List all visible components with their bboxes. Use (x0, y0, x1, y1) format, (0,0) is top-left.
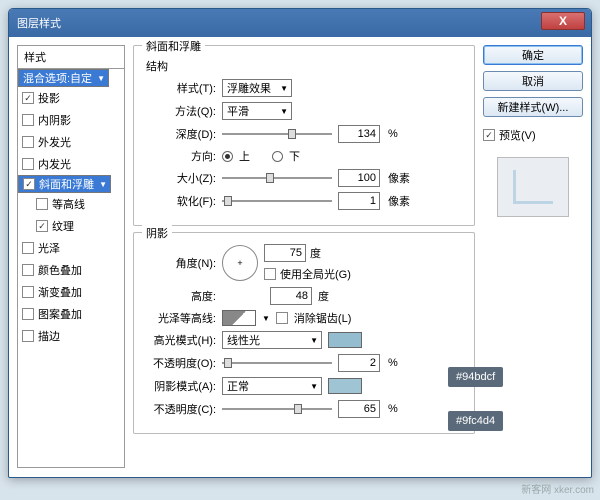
style-checkbox[interactable] (36, 220, 48, 232)
style-item[interactable]: 内发光 (18, 153, 124, 175)
style-item[interactable]: 描边 (18, 325, 124, 347)
style-checkbox[interactable] (22, 308, 34, 320)
direction-up-radio[interactable] (222, 151, 233, 162)
style-item[interactable]: 斜面和浮雕 (18, 175, 111, 193)
style-item[interactable]: 投影 (18, 87, 124, 109)
size-input[interactable]: 100 (338, 169, 380, 187)
shading-legend: 阴影 (142, 225, 172, 241)
style-checkbox[interactable] (22, 330, 34, 342)
depth-slider[interactable] (222, 127, 332, 141)
style-checkbox[interactable] (23, 178, 35, 190)
titlebar[interactable]: 图层样式 X (9, 9, 591, 37)
depth-label: 深度(D): (142, 126, 216, 142)
direction-down-radio[interactable] (272, 151, 283, 162)
highlight-mode-select[interactable]: 线性光 (222, 331, 322, 349)
shadow-color-tag: #9fc4d4 (448, 411, 503, 431)
shadow-mode-label: 阴影模式(A): (142, 378, 216, 394)
depth-input[interactable]: 134 (338, 125, 380, 143)
highlight-mode-label: 高光模式(H): (142, 332, 216, 348)
styles-list: 混合选项:自定 投影内阴影外发光内发光斜面和浮雕等高线纹理光泽颜色叠加渐变叠加图… (17, 68, 125, 468)
highlight-opacity-slider[interactable] (222, 356, 332, 370)
style-item[interactable]: 内阴影 (18, 109, 124, 131)
style-item[interactable]: 渐变叠加 (18, 281, 124, 303)
shadow-opacity-label: 不透明度(C): (142, 401, 216, 417)
highlight-color-tag: #94bdcf (448, 367, 503, 387)
style-checkbox[interactable] (22, 264, 34, 276)
style-checkbox[interactable] (22, 158, 34, 170)
style-checkbox[interactable] (22, 286, 34, 298)
technique-select[interactable]: 平滑 (222, 102, 292, 120)
style-item[interactable]: 外发光 (18, 131, 124, 153)
technique-label: 方法(Q): (142, 103, 216, 119)
highlight-opacity-input[interactable]: 2 (338, 354, 380, 372)
soften-input[interactable]: 1 (338, 192, 380, 210)
antialias-checkbox[interactable] (276, 312, 288, 324)
shadow-mode-select[interactable]: 正常 (222, 377, 322, 395)
shading-group: 阴影 角度(N): 75 度 使用全局光(G) (133, 232, 475, 434)
gloss-contour-picker[interactable] (222, 310, 256, 326)
style-item[interactable]: 纹理 (18, 215, 124, 237)
style-item[interactable]: 等高线 (18, 193, 124, 215)
global-light-checkbox[interactable] (264, 268, 276, 280)
style-checkbox[interactable] (22, 114, 34, 126)
close-button[interactable]: X (541, 12, 585, 30)
blend-options-row[interactable]: 混合选项:自定 (18, 69, 109, 87)
angle-dial[interactable] (222, 245, 258, 281)
preview-checkbox[interactable] (483, 129, 495, 141)
style-checkbox[interactable] (36, 198, 48, 210)
shadow-opacity-slider[interactable] (222, 402, 332, 416)
style-select[interactable]: 浮雕效果 (222, 79, 292, 97)
action-panel: 确定 取消 新建样式(W)... 预览(V) (483, 45, 583, 469)
style-checkbox[interactable] (22, 136, 34, 148)
altitude-input[interactable]: 48 (270, 287, 312, 305)
bevel-legend: 斜面和浮雕 (142, 38, 205, 54)
style-label: 样式(T): (142, 80, 216, 96)
style-checkbox[interactable] (22, 92, 34, 104)
style-item[interactable]: 光泽 (18, 237, 124, 259)
new-style-button[interactable]: 新建样式(W)... (483, 97, 583, 117)
angle-label: 角度(N): (142, 255, 216, 271)
settings-panel: 斜面和浮雕 结构 样式(T): 浮雕效果 方法(Q): 平滑 深度(D): 13… (133, 45, 475, 469)
highlight-opacity-label: 不透明度(O): (142, 355, 216, 371)
size-label: 大小(Z): (142, 170, 216, 186)
styles-panel: 样式 混合选项:自定 投影内阴影外发光内发光斜面和浮雕等高线纹理光泽颜色叠加渐变… (17, 45, 125, 469)
styles-header: 样式 (17, 45, 125, 68)
shadow-opacity-input[interactable]: 65 (338, 400, 380, 418)
angle-input[interactable]: 75 (264, 244, 306, 262)
shadow-color-swatch[interactable] (328, 378, 362, 394)
highlight-color-swatch[interactable] (328, 332, 362, 348)
soften-slider[interactable] (222, 194, 332, 208)
preview-thumbnail (497, 157, 569, 217)
window-title: 图层样式 (17, 15, 61, 31)
soften-label: 软化(F): (142, 193, 216, 209)
style-item[interactable]: 颜色叠加 (18, 259, 124, 281)
style-checkbox[interactable] (22, 242, 34, 254)
direction-label: 方向: (142, 148, 216, 164)
ok-button[interactable]: 确定 (483, 45, 583, 65)
cancel-button[interactable]: 取消 (483, 71, 583, 91)
layer-style-dialog: 图层样式 X 样式 混合选项:自定 投影内阴影外发光内发光斜面和浮雕等高线纹理光… (8, 8, 592, 478)
gloss-contour-label: 光泽等高线: (142, 310, 216, 326)
altitude-label: 高度: (142, 288, 216, 304)
structure-heading: 结构 (142, 58, 466, 74)
style-item[interactable]: 图案叠加 (18, 303, 124, 325)
watermark: 新客网 xker.com (521, 481, 594, 496)
size-slider[interactable] (222, 171, 332, 185)
bevel-group: 斜面和浮雕 结构 样式(T): 浮雕效果 方法(Q): 平滑 深度(D): 13… (133, 45, 475, 226)
